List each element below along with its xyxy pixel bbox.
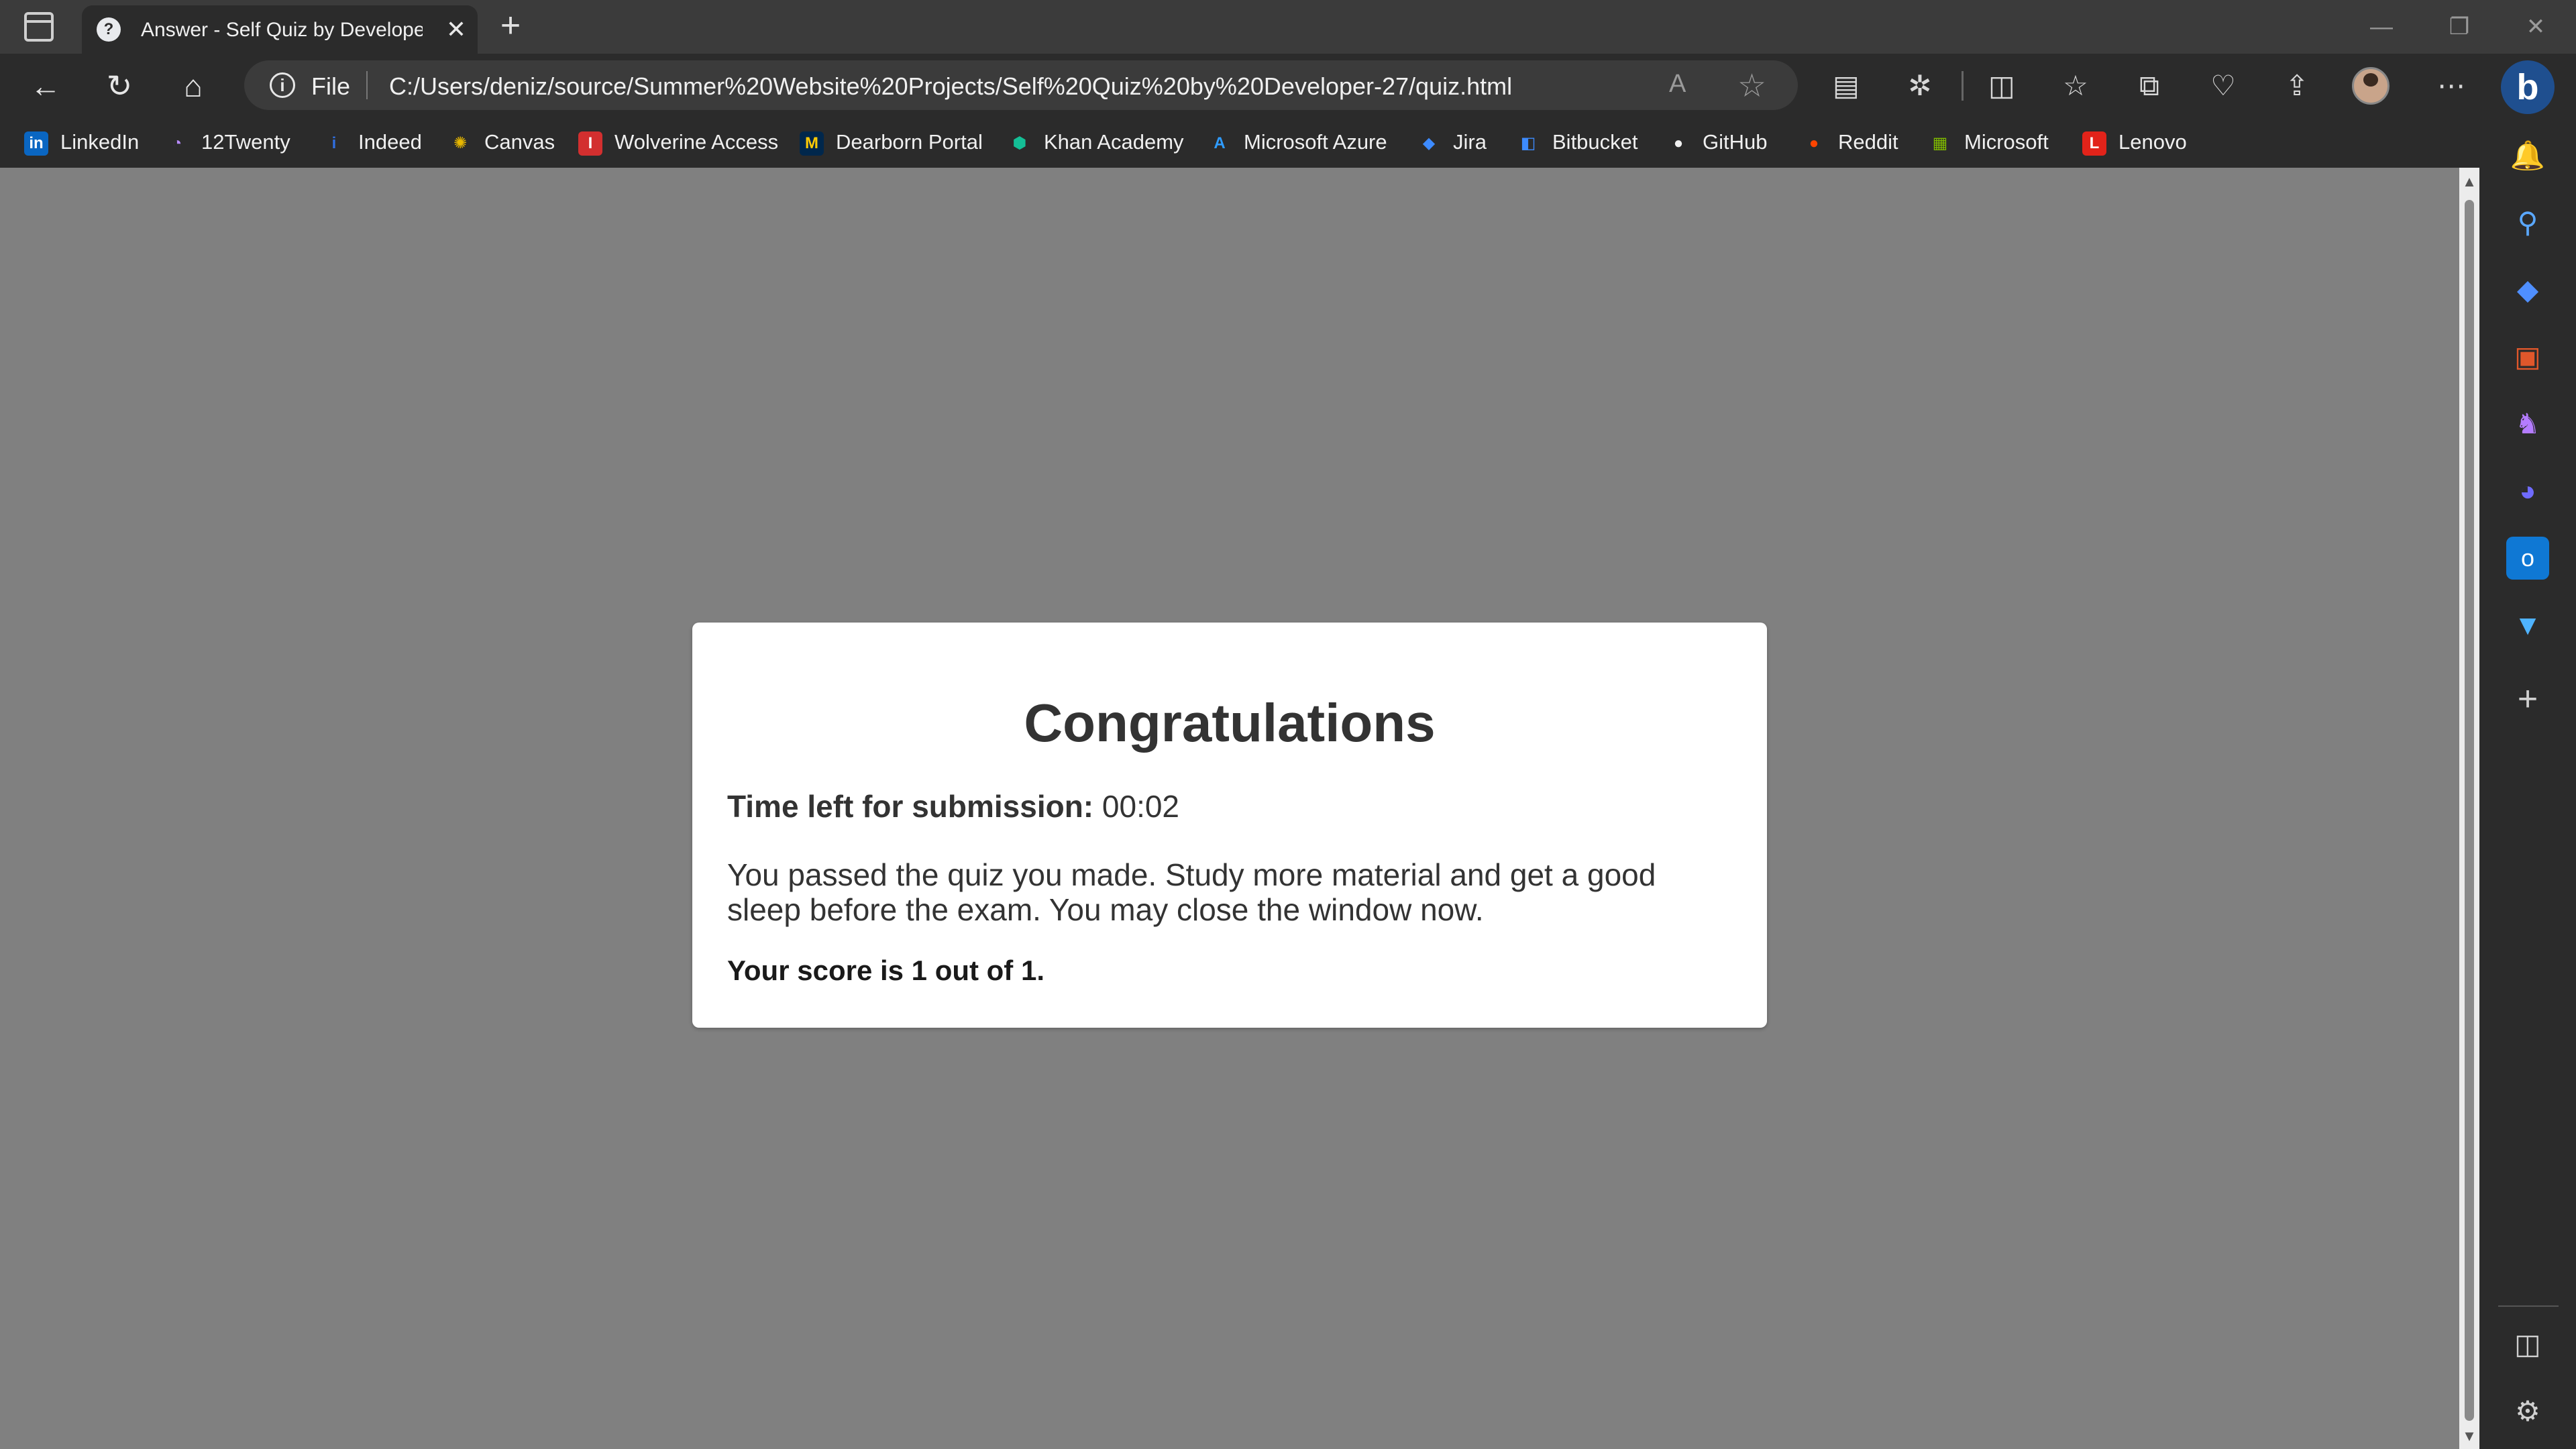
tab-close-icon[interactable]: ✕ [441, 15, 471, 44]
favorite-label: Microsoft [1964, 130, 2049, 154]
tab-title: Answer - Self Quiz by Developer [141, 19, 423, 41]
reddit-icon: ● [1809, 133, 1819, 152]
add-favorite-icon[interactable]: ☆ [1737, 67, 1766, 105]
canvas-icon: ✺ [453, 133, 468, 152]
favorite-dearborn-portal[interactable]: M Dearborn Portal [800, 126, 983, 158]
vertical-scrollbar[interactable]: ▲ ▼ [2459, 168, 2479, 1449]
share-icon[interactable]: ⇪ [2275, 64, 2318, 107]
result-title: Congratulations [1024, 693, 1436, 753]
collections-icon[interactable]: ⧉ [2128, 64, 2171, 107]
quiz-favicon-icon [97, 17, 121, 42]
extensions-icon[interactable]: ✲ [1898, 64, 1941, 107]
back-icon[interactable]: ← [24, 64, 67, 107]
github-icon: ● [1673, 133, 1684, 152]
tab-strip: Answer - Self Quiz by Developer ✕ + — ❐ … [0, 0, 2576, 54]
favorite-label: Reddit [1838, 130, 1898, 154]
address-bar[interactable]: i File C:/Users/deniz/source/Summer%20We… [244, 60, 1798, 110]
edge-sidebar: 🔔 ⚲ ◆ ▣ ♞ ◕ o ▼ + ◫ ⚙ [2479, 118, 2576, 1449]
tab-actions-menu-icon[interactable] [24, 12, 54, 42]
shopping-icon[interactable]: ◆ [2506, 268, 2549, 311]
games-icon[interactable]: ♞ [2506, 402, 2549, 445]
favorite-canvas[interactable]: ✺ Canvas [448, 126, 555, 158]
favorite-microsoft[interactable]: ▦ Microsoft [1928, 126, 2049, 158]
timer-label: Time left for submission: [727, 789, 1094, 824]
azure-icon: A [1214, 133, 1226, 152]
navigation-toolbar: ← ↻ ⌂ i File C:/Users/deniz/source/Summe… [0, 54, 2576, 118]
home-icon[interactable]: ⌂ [172, 64, 215, 107]
drop-icon[interactable]: ▼ [2506, 604, 2549, 647]
favorite-wolverine-access[interactable]: I Wolverine Access [578, 126, 778, 158]
wolverine-access-icon: I [578, 131, 602, 156]
hide-sidebar-icon[interactable]: ◫ [2506, 1323, 2549, 1366]
minimize-button[interactable]: — [2361, 7, 2402, 47]
indeed-icon: i [331, 133, 337, 152]
sidebar-divider [2498, 1305, 2559, 1307]
favorite-12twenty[interactable]: ◔ 12Twenty [165, 126, 290, 158]
split-screen-icon[interactable]: ◫ [1980, 64, 2023, 107]
favorites-icon[interactable]: ☆ [2054, 64, 2097, 107]
favorite-lenovo[interactable]: L Lenovo [2082, 126, 2187, 158]
microsoft-icon: ▦ [1932, 133, 1948, 152]
site-info-icon[interactable]: i [270, 72, 295, 98]
score-text: Your score is 1 out of 1. [727, 955, 1044, 986]
microsoft365-icon[interactable]: ◕ [2506, 470, 2549, 513]
tools-icon[interactable]: ▣ [2506, 335, 2549, 378]
read-aloud-icon[interactable]: A [1669, 70, 1686, 99]
address-divider [366, 71, 368, 99]
workspaces-icon[interactable]: ▤ [1825, 64, 1868, 107]
url-text[interactable]: C:/Users/deniz/source/Summer%20Website%2… [389, 72, 1512, 101]
favorite-label: Khan Academy [1044, 130, 1184, 154]
favorites-bar: in LinkedIn ◔ 12Twenty i Indeed ✺ Canvas I Wo… [0, 118, 2479, 168]
protocol-label: File [311, 72, 351, 100]
scroll-up-icon[interactable]: ▲ [2462, 174, 2477, 189]
favorite-label: Wolverine Access [614, 130, 779, 154]
new-tab-button[interactable]: + [494, 8, 527, 43]
favorite-linkedin[interactable]: in LinkedIn [24, 126, 139, 158]
bing-copilot-icon[interactable]: b [2501, 60, 2555, 114]
browser-essentials-icon[interactable]: ♡ [2202, 64, 2245, 107]
bitbucket-icon: ◧ [1520, 133, 1536, 152]
scroll-thumb[interactable] [2465, 200, 2474, 1421]
dearborn-portal-icon: M [800, 131, 824, 156]
notifications-icon[interactable]: 🔔 [2506, 134, 2549, 177]
12twenty-icon: ◔ [172, 133, 182, 152]
active-tab[interactable]: Answer - Self Quiz by Developer ✕ [82, 5, 478, 54]
favorite-label: Lenovo [2118, 130, 2187, 154]
favorite-label: Jira [1453, 130, 1487, 154]
favorite-label: Microsoft Azure [1244, 130, 1387, 154]
window-close-button[interactable]: ✕ [2516, 7, 2556, 47]
more-options-icon[interactable]: ⋯ [2430, 64, 2473, 107]
linkedin-icon: in [24, 131, 48, 156]
favorite-reddit[interactable]: ● Reddit [1802, 126, 1898, 158]
khan-academy-icon: ⬢ [1012, 133, 1027, 152]
favorite-label: 12Twenty [201, 130, 290, 154]
result-message: You passed the quiz you made. Study more… [727, 857, 1656, 927]
sidebar-settings-icon[interactable]: ⚙ [2506, 1390, 2549, 1433]
favorite-label: Canvas [484, 130, 555, 154]
favorite-label: Dearborn Portal [836, 130, 983, 154]
favorite-microsoft-azure[interactable]: A Microsoft Azure [1208, 126, 1387, 158]
result-card: Congratulations Time left for submission… [692, 623, 1767, 1028]
restore-button[interactable]: ❐ [2439, 7, 2479, 47]
favorite-label: LinkedIn [60, 130, 140, 154]
search-icon[interactable]: ⚲ [2506, 201, 2549, 244]
reload-icon[interactable]: ↻ [98, 64, 141, 107]
add-sidebar-app-icon[interactable]: + [2506, 678, 2549, 720]
favorite-khan-academy[interactable]: ⬢ Khan Academy [1008, 126, 1184, 158]
favorite-label: Bitbucket [1552, 130, 1638, 154]
favorite-bitbucket[interactable]: ◧ Bitbucket [1516, 126, 1638, 158]
profile-avatar[interactable] [2352, 67, 2390, 105]
toolbar-divider [1962, 71, 1964, 101]
favorite-indeed[interactable]: i Indeed [322, 126, 422, 158]
favorite-jira[interactable]: ◆ Jira [1417, 126, 1487, 158]
timer-line: Time left for submission: 00:02 [727, 788, 1732, 825]
lenovo-icon: L [2082, 131, 2106, 156]
timer-value: 00:02 [1102, 789, 1180, 824]
outlook-icon[interactable]: o [2506, 537, 2549, 580]
favorite-label: Indeed [358, 130, 422, 154]
favorite-github[interactable]: ● GitHub [1666, 126, 1768, 158]
scroll-down-icon[interactable]: ▼ [2462, 1429, 2477, 1444]
jira-icon: ◆ [1422, 133, 1436, 152]
favorite-label: GitHub [1703, 130, 1768, 154]
